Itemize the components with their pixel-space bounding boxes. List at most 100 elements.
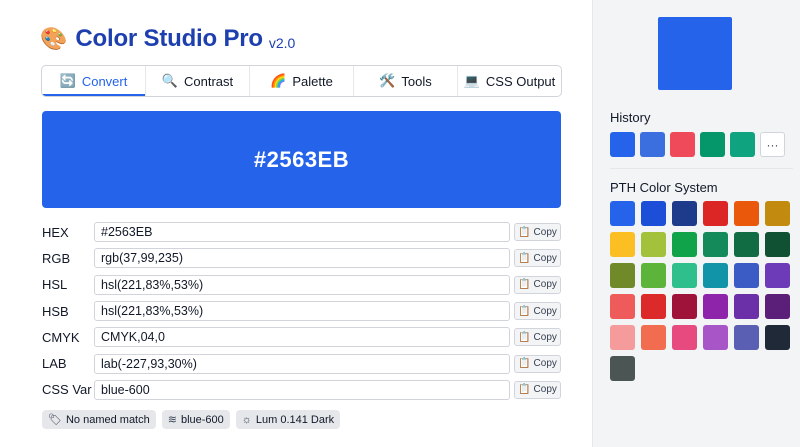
- color-system-swatch[interactable]: [641, 325, 666, 350]
- color-system-swatch[interactable]: [641, 294, 666, 319]
- lab-input[interactable]: [94, 353, 510, 374]
- history-swatches: ···: [610, 132, 785, 157]
- color-info-badges: 🏷 No named match ≋ blue-600 ☼ Lum 0.141 Dark: [42, 410, 341, 429]
- color-system-swatch[interactable]: [672, 201, 697, 226]
- history-swatch[interactable]: [640, 132, 665, 157]
- copy-hsl-button[interactable]: 📋 Copy: [514, 275, 561, 294]
- laptop-icon: 💻: [463, 73, 480, 88]
- color-system-swatch[interactable]: [672, 263, 697, 288]
- color-system-swatch[interactable]: [610, 294, 635, 319]
- color-system-swatch[interactable]: [734, 263, 759, 288]
- clipboard-icon: 📋: [518, 252, 531, 264]
- color-system-swatch[interactable]: [765, 232, 790, 257]
- format-label: CSS Var: [42, 382, 92, 398]
- color-system-swatch[interactable]: [765, 263, 790, 288]
- clipboard-icon: 📋: [518, 331, 531, 343]
- tab-convert[interactable]: 🔄 Convert: [42, 66, 146, 96]
- color-hex-display: #2563EB: [253, 146, 350, 172]
- color-system-swatch[interactable]: [610, 325, 635, 350]
- more-history-button[interactable]: ···: [760, 132, 785, 157]
- tab-tools[interactable]: 🛠️ Tools: [354, 66, 458, 96]
- copy-label: Copy: [533, 279, 557, 291]
- color-system-swatch[interactable]: [734, 232, 759, 257]
- color-system-swatch[interactable]: [641, 263, 666, 288]
- history-swatch[interactable]: [700, 132, 725, 157]
- format-label: RGB: [42, 250, 71, 266]
- color-system-swatch[interactable]: [610, 201, 635, 226]
- tab-css-output[interactable]: 💻 CSS Output: [458, 66, 561, 96]
- tab-label: Contrast: [184, 73, 234, 89]
- color-system-swatch[interactable]: [703, 232, 728, 257]
- color-system-swatch[interactable]: [703, 325, 728, 350]
- hex-input[interactable]: [94, 222, 510, 243]
- color-system-title: PTH Color System: [610, 180, 718, 195]
- format-row-rgb: RGB 📋Copy: [42, 245, 562, 271]
- sidebar: History ··· PTH Color System: [592, 0, 800, 447]
- copy-css-var-button[interactable]: 📋 Copy: [514, 380, 561, 399]
- color-system-swatch[interactable]: [672, 294, 697, 319]
- app-version: v2.0: [268, 35, 296, 51]
- badge-blue-600: ≋ blue-600: [161, 410, 230, 429]
- tab-label: Tools: [401, 73, 432, 89]
- color-system-swatch[interactable]: [672, 232, 697, 257]
- color-system-swatch[interactable]: [765, 325, 790, 350]
- tools-icon: 🛠️: [379, 73, 396, 88]
- tab-bar: 🔄 Convert 🔍 Contrast 🌈 Palette 🛠️ Tools 💻 CSS Out…: [41, 65, 562, 97]
- format-row-hsb: HSB 📋Copy: [42, 298, 562, 324]
- app-title: Color Studio Pro: [75, 25, 263, 52]
- clipboard-icon: 📋: [518, 384, 531, 396]
- color-system-swatch[interactable]: [734, 294, 759, 319]
- color-system-swatch[interactable]: [703, 294, 728, 319]
- color-system-swatch[interactable]: [734, 325, 759, 350]
- wind-icon: ≋: [167, 414, 177, 426]
- copy-label: Copy: [533, 252, 557, 264]
- color-system-swatch[interactable]: [641, 232, 666, 257]
- tab-label: Convert: [81, 73, 128, 89]
- tab-label: Palette: [292, 73, 333, 89]
- palette-icon: 🎨: [40, 26, 68, 51]
- format-row-hsl: HSL 📋Copy: [42, 272, 562, 298]
- color-system-swatch[interactable]: [734, 201, 759, 226]
- sidebar-color-preview: [658, 17, 732, 90]
- tab-palette[interactable]: 🌈 Palette: [250, 66, 354, 96]
- app-header: 🎨 Color Studio Pro v2.0: [40, 22, 295, 56]
- history-swatch[interactable]: [670, 132, 695, 157]
- badge-label: No named match: [65, 413, 150, 426]
- format-row-lab: LAB 📋Copy: [42, 350, 562, 376]
- css-var-input[interactable]: [94, 379, 510, 400]
- color-system-swatch[interactable]: [765, 201, 790, 226]
- rgb-input[interactable]: [94, 248, 510, 269]
- color-system-swatch[interactable]: [765, 294, 790, 319]
- color-format-list: HEX📋CopyRGB📋CopyHSL📋CopyHSB📋CopyCMYK📋Cop…: [42, 219, 562, 403]
- copy-rgb-button[interactable]: 📋 Copy: [514, 249, 561, 268]
- sidebar-divider: [610, 168, 793, 169]
- color-system-swatch[interactable]: [703, 201, 728, 226]
- badge-lum-0-141-dark: ☼ Lum 0.141 Dark: [235, 410, 341, 429]
- color-system-swatch[interactable]: [703, 263, 728, 288]
- clipboard-icon: 📋: [518, 279, 531, 291]
- tab-label: CSS Output: [485, 73, 556, 89]
- cmyk-input[interactable]: [94, 327, 510, 348]
- badge-label: blue-600: [180, 413, 224, 426]
- copy-label: Copy: [533, 226, 557, 238]
- color-system-swatch[interactable]: [610, 356, 635, 381]
- clipboard-icon: 📋: [518, 305, 531, 317]
- hsl-input[interactable]: [94, 274, 510, 295]
- copy-hex-button[interactable]: 📋 Copy: [514, 223, 561, 242]
- history-title: History: [610, 110, 651, 125]
- copy-label: Copy: [533, 384, 557, 396]
- color-system-swatch[interactable]: [610, 232, 635, 257]
- color-system-swatch[interactable]: [610, 263, 635, 288]
- history-swatch[interactable]: [610, 132, 635, 157]
- history-swatch[interactable]: [730, 132, 755, 157]
- tab-contrast[interactable]: 🔍 Contrast: [146, 66, 250, 96]
- color-system-swatch[interactable]: [672, 325, 697, 350]
- format-label: HSL: [42, 277, 68, 293]
- copy-cmyk-button[interactable]: 📋 Copy: [514, 328, 561, 347]
- copy-hsb-button[interactable]: 📋 Copy: [514, 302, 561, 321]
- main-panel: 🎨 Color Studio Pro v2.0 🔄 Convert 🔍 Contras…: [0, 0, 592, 447]
- color-system-swatch[interactable]: [641, 201, 666, 226]
- copy-lab-button[interactable]: 📋 Copy: [514, 354, 561, 373]
- color-system-grid: [610, 201, 790, 381]
- hsb-input[interactable]: [94, 301, 510, 322]
